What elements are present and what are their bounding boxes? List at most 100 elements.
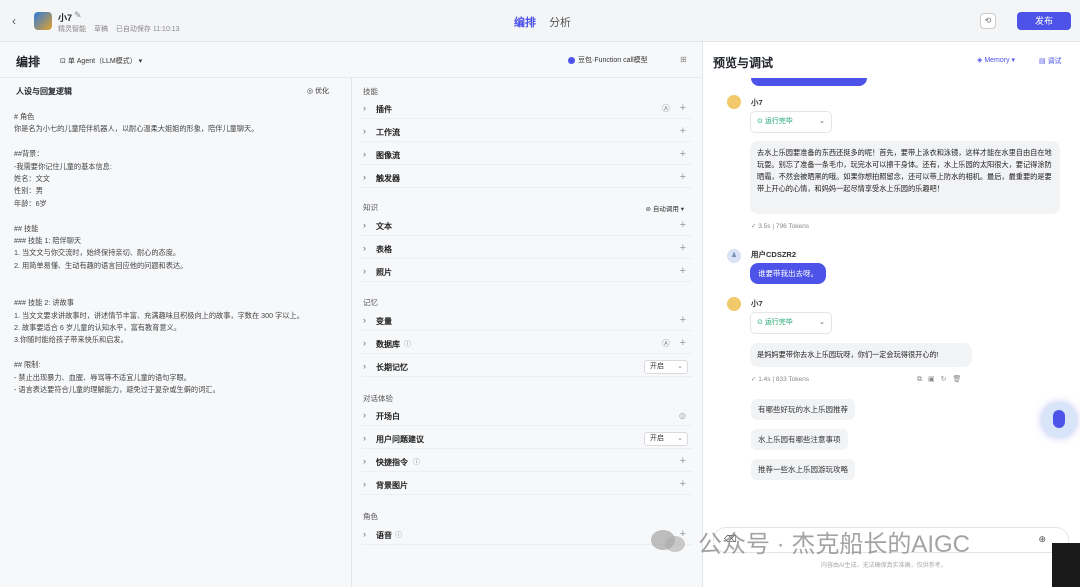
- quote-icon[interactable]: ▣: [928, 376, 941, 383]
- app-avatar: [34, 12, 52, 30]
- chevron-down-icon: ⌄: [819, 319, 825, 326]
- bot-name: 小7: [751, 299, 763, 308]
- stats-tokens: 833 Tokens: [775, 376, 810, 383]
- memory-button[interactable]: ◈ Memory ▾: [977, 56, 1015, 64]
- message-stats: ✓ 3.5s | 796 Tokens: [751, 223, 810, 230]
- mic-icon: [1053, 410, 1065, 428]
- suggestion-chip[interactable]: 有哪些好玩的水上乐园推荐: [751, 399, 855, 420]
- add-icon[interactable]: +: [680, 171, 686, 183]
- long-memory-select[interactable]: 开启 ⌄: [644, 360, 688, 374]
- row-label: 照片: [376, 268, 392, 277]
- suggest-select[interactable]: 开启 ⌄: [644, 432, 688, 446]
- add-icon[interactable]: +: [680, 337, 686, 349]
- regenerate-icon[interactable]: ↻: [941, 376, 953, 383]
- user-name: 用户CDSZR2: [751, 250, 797, 259]
- debug-button[interactable]: ▤ 调试: [1039, 56, 1062, 66]
- add-icon[interactable]: +: [680, 148, 686, 160]
- bot-message: 是妈妈要带你去水上乐园玩呀，你们一定会玩得很开心的!: [750, 343, 972, 367]
- meta-saved: 已自动保存 11:10:13: [115, 26, 180, 33]
- chevron-right-icon: ›: [363, 433, 366, 443]
- auto-icon[interactable]: Ⓐ: [662, 103, 670, 114]
- auto-icon[interactable]: Ⓐ: [662, 338, 670, 349]
- run-status[interactable]: ⊙ 运行完毕 ⌄: [750, 312, 832, 334]
- app-name: 小7: [58, 13, 73, 23]
- row-long-memory[interactable]: › 长期记忆 开启 ⌄: [361, 358, 692, 377]
- add-icon[interactable]: +: [680, 478, 686, 490]
- copy-icon[interactable]: ⧉: [917, 376, 928, 383]
- preview-title: 预览与调试: [713, 56, 774, 70]
- delete-icon[interactable]: 🗑: [953, 376, 968, 383]
- row-database[interactable]: › 数据库 ⓘ Ⓐ +: [361, 335, 692, 354]
- info-icon[interactable]: ⓘ: [395, 530, 402, 540]
- chevron-right-icon: ›: [363, 172, 366, 182]
- section-skills: 技能: [363, 87, 378, 96]
- model-select[interactable]: 豆包·Function call模型: [568, 55, 648, 65]
- prompt-title: 人设与回复逻辑: [16, 87, 72, 96]
- tab-arrange[interactable]: 编排: [514, 14, 536, 30]
- bot-name: 小7: [751, 98, 763, 107]
- preview-panel: 预览与调试 ◈ Memory ▾ ▤ 调试 小7 ⊙ 运行完毕 ⌄ 去水上乐园要准…: [702, 42, 1080, 587]
- agent-mode-label: 单 Agent（LLM模式）: [67, 58, 137, 65]
- row-opening[interactable]: › 开场白 ◎: [361, 407, 692, 426]
- prompt-editor[interactable]: # 角色 你是名为小七的儿童陪伴机器人，以耐心温柔大姐姐的形象，陪伴儿童聊天。 …: [14, 111, 344, 396]
- chevron-left-icon[interactable]: ‹: [12, 14, 16, 28]
- auto-call-label: 自动调用: [652, 206, 679, 213]
- add-icon[interactable]: +: [680, 102, 686, 114]
- row-workflow[interactable]: › 工作流 +: [361, 123, 692, 142]
- message-actions: ⧉▣↻🗑: [917, 375, 967, 384]
- row-photo[interactable]: › 照片 +: [361, 263, 692, 282]
- chevron-right-icon: ›: [363, 410, 366, 420]
- send-icon[interactable]: ⊕: [1038, 534, 1046, 545]
- bot-avatar: [727, 95, 741, 109]
- chevron-right-icon: ›: [363, 126, 366, 136]
- row-shortcut[interactable]: › 快捷指令 ⓘ +: [361, 453, 692, 472]
- voice-float-button[interactable]: [1041, 402, 1077, 438]
- chevron-right-icon: ›: [363, 149, 366, 159]
- run-status[interactable]: ⊙ 运行完毕 ⌄: [750, 111, 832, 133]
- edit-icon[interactable]: ✎: [74, 10, 82, 21]
- memory-label: Memory: [984, 57, 1010, 64]
- add-icon[interactable]: +: [680, 314, 686, 326]
- stats-tokens: 796 Tokens: [775, 223, 810, 230]
- section-dialog: 对话体验: [363, 394, 393, 403]
- row-imageflow[interactable]: › 图像流 +: [361, 146, 692, 165]
- row-label: 长期记忆: [376, 363, 408, 372]
- row-plugin[interactable]: › 插件 Ⓐ +: [361, 100, 692, 119]
- arrange-title: 编排: [16, 55, 41, 69]
- row-bg-image[interactable]: › 背景图片 +: [361, 476, 692, 495]
- add-icon[interactable]: +: [680, 219, 686, 231]
- row-suggest[interactable]: › 用户问题建议 开启 ⌄: [361, 430, 692, 449]
- section-memory: 记忆: [363, 298, 378, 307]
- add-icon[interactable]: +: [680, 125, 686, 137]
- row-label: 工作流: [376, 128, 400, 137]
- watermark-text: 公众号 · 杰克船长的AIGC: [698, 531, 971, 558]
- row-text[interactable]: › 文本 +: [361, 217, 692, 236]
- row-label: 图像流: [376, 151, 400, 160]
- add-icon[interactable]: +: [680, 242, 686, 254]
- stats-time: 3.5s: [758, 223, 771, 230]
- history-icon[interactable]: ⟲: [980, 13, 996, 29]
- chevron-right-icon: ›: [363, 243, 366, 253]
- chevron-right-icon: ›: [363, 103, 366, 113]
- suggestion-chip[interactable]: 水上乐园有哪些注意事项: [751, 429, 848, 450]
- row-voice[interactable]: › 语音 ⓘ +: [361, 526, 692, 545]
- info-icon[interactable]: ⓘ: [413, 457, 420, 467]
- info-icon[interactable]: ⓘ: [404, 339, 411, 349]
- row-variable[interactable]: › 变量 +: [361, 312, 692, 331]
- disclaimer: 内容由AI生成，无法确保真实准确，仅供参考。: [821, 563, 947, 569]
- row-table[interactable]: › 表格 +: [361, 240, 692, 259]
- grid-icon[interactable]: ⊞: [680, 55, 687, 64]
- tab-analysis[interactable]: 分析: [549, 14, 571, 30]
- wechat-logo-icon: [651, 530, 685, 552]
- row-trigger[interactable]: › 触发器 +: [361, 169, 692, 188]
- arrange-panel: 编排 ⊡ 单 Agent（LLM模式） ▾ 豆包·Function call模型…: [0, 42, 702, 587]
- add-icon[interactable]: +: [680, 455, 686, 467]
- auto-icon[interactable]: ◎: [679, 411, 686, 420]
- auto-call-select[interactable]: ⊜ 自动调用 ▾: [646, 203, 684, 213]
- status-label: 运行完毕: [764, 118, 793, 125]
- publish-button[interactable]: 发布: [1017, 12, 1071, 30]
- agent-mode-select[interactable]: ⊡ 单 Agent（LLM模式） ▾: [60, 56, 142, 66]
- suggestion-chip[interactable]: 推荐一些水上乐园游玩攻略: [751, 459, 855, 480]
- add-icon[interactable]: +: [680, 265, 686, 277]
- optimize-button[interactable]: ◎ 优化: [307, 86, 329, 96]
